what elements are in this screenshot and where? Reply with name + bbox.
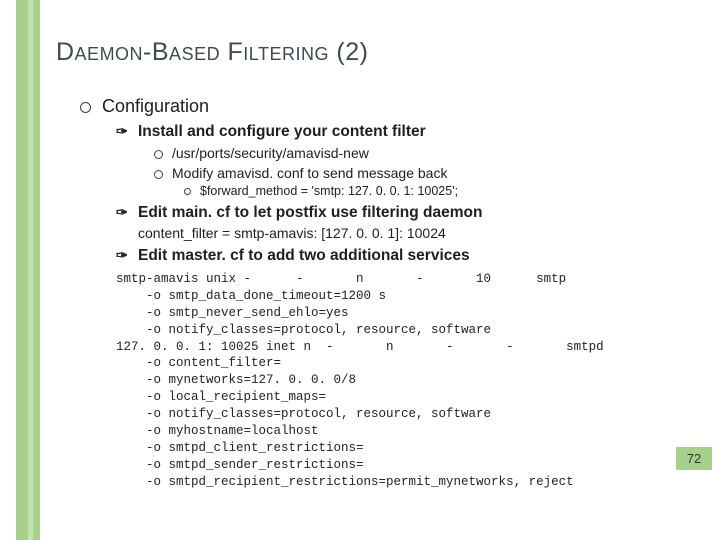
content-filter-line: content_filter = smtp-amavis: [127. 0. 0… <box>138 225 684 241</box>
bullet-text: /usr/ports/security/amavisd-new <box>172 145 369 161</box>
bullet-install: ✑ Install and configure your content fil… <box>116 123 684 141</box>
leaf-icon: ✑ <box>116 247 138 264</box>
circle-icon <box>184 186 200 198</box>
bullet-configuration: Configuration <box>80 96 684 117</box>
bullet-text: Modify amavisd. conf to send message bac… <box>172 165 447 181</box>
bullet-text: $forward_method = 'smtp: 127. 0. 0. 1: 1… <box>200 184 458 198</box>
circle-icon <box>80 99 102 117</box>
bullet-text: Edit main. cf to let postfix use filteri… <box>138 204 482 222</box>
bullet-text: Install and configure your content filte… <box>138 123 426 141</box>
circle-icon <box>154 147 172 161</box>
page-number-badge: 72 <box>676 447 712 470</box>
side-bar-inner <box>28 0 33 540</box>
bullet-text: Edit master. cf to add two additional se… <box>138 247 470 265</box>
bullet-edit-master: ✑ Edit master. cf to add two additional … <box>116 247 684 265</box>
leaf-icon: ✑ <box>116 123 138 140</box>
circle-icon <box>154 167 172 181</box>
slide-content: Configuration ✑ Install and configure yo… <box>56 90 684 490</box>
code-block: smtp-amavis unix - - n - 10 smtp -o smtp… <box>116 271 684 490</box>
leaf-icon: ✑ <box>116 204 138 221</box>
bullet-modify: Modify amavisd. conf to send message bac… <box>154 165 684 181</box>
bullet-path: /usr/ports/security/amavisd-new <box>154 145 684 161</box>
bullet-forward: $forward_method = 'smtp: 127. 0. 0. 1: 1… <box>184 184 684 198</box>
bullet-edit-main: ✑ Edit main. cf to let postfix use filte… <box>116 204 684 222</box>
slide-title: Daemon-Based Filtering (2) <box>56 38 368 67</box>
slide: Daemon-Based Filtering (2) Configuration… <box>0 0 720 540</box>
bullet-text: Configuration <box>102 96 209 117</box>
